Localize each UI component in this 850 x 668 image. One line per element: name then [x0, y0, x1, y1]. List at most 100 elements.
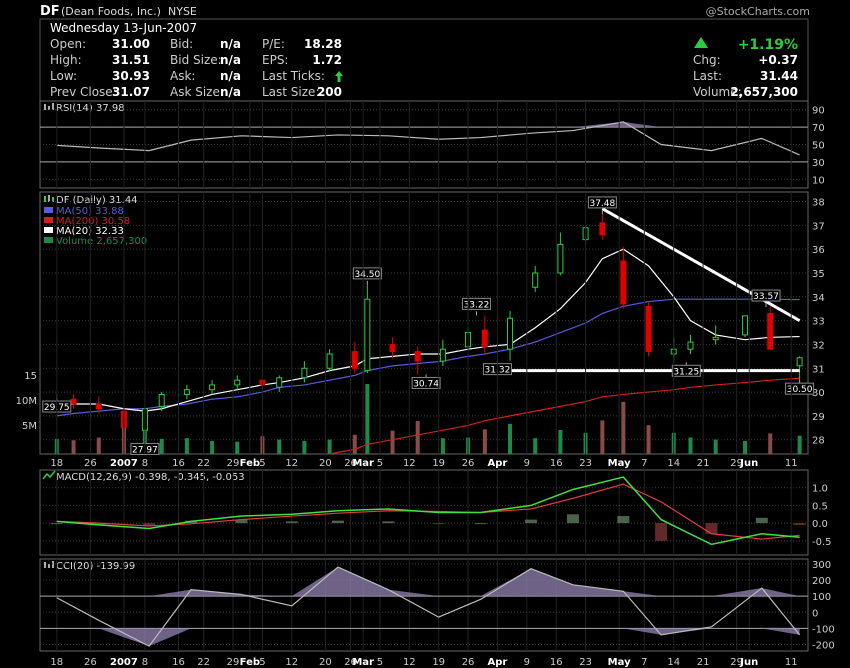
price-title: DF (Daily) 31.44 [56, 195, 138, 206]
date-axis-label: 5 [377, 458, 383, 469]
volume-bar [210, 440, 215, 454]
bid-size-label: Bid Size: [170, 53, 222, 67]
stockchart: DF (Dean Foods, Inc.) NYSE @StockCharts.… [0, 0, 850, 668]
cci-tick-label: -200 [812, 641, 835, 652]
date-axis-label-bottom: 21 [697, 657, 710, 668]
cci-tick-label: 300 [812, 560, 831, 571]
low-value: 30.93 [112, 69, 150, 83]
volume-bar [646, 425, 651, 454]
candle-body [687, 341, 694, 350]
brand-logo[interactable]: @StockCharts.com [706, 5, 810, 18]
bid-label: Bid: [170, 37, 193, 51]
exchange: NYSE [168, 5, 197, 18]
macd-line-icon [42, 470, 56, 480]
date-axis-label-bottom: Feb [240, 657, 260, 668]
volume-bar [440, 438, 445, 454]
date-axis-label: 5 [259, 458, 265, 469]
rsi-overbought-fill [56, 121, 800, 128]
volume-value: 2,657,300 [730, 85, 798, 99]
price-legend: MA(50) 33.88 MA(200) 30.58 MA(20) 32.33 … [44, 206, 147, 247]
candle-body [712, 336, 719, 341]
ask-size-value: n/a [220, 85, 241, 99]
candle-body [351, 351, 358, 369]
last-ticks-label: Last Ticks: [262, 69, 325, 83]
company-name: (Dean Foods, Inc.) [61, 5, 161, 18]
prev-close-value: 31.07 [112, 85, 150, 99]
date-axis-label: 14 [667, 458, 680, 469]
volume-bar [159, 438, 164, 454]
price-tick-label: 31 [812, 364, 825, 375]
annotation-label: 30.74 [413, 379, 439, 389]
macd-histogram-bar [793, 523, 806, 526]
cci-tick-label: 0 [812, 608, 818, 619]
date-axis-label: 11 [785, 458, 798, 469]
date-axis-label-bottom: 26 [462, 657, 475, 668]
rsi-tick-label: 70 [812, 123, 825, 134]
date-axis-label-bottom: 16 [172, 657, 185, 668]
macd-histogram-bar [705, 523, 718, 534]
candle-body [276, 377, 283, 388]
volume-bar [235, 441, 240, 454]
ask-size-label: Ask Size: [170, 85, 224, 99]
candle-body [234, 379, 241, 386]
date-axis-label: 22 [197, 458, 210, 469]
volume-bar [415, 421, 420, 454]
date-axis-label: 19 [432, 458, 445, 469]
candle-body [599, 222, 606, 236]
pe-value: 18.28 [304, 37, 342, 51]
candlestick-icon [44, 195, 54, 202]
volume-bar [327, 439, 332, 454]
date-axis-label: 18 [50, 458, 63, 469]
date-axis-label-bottom: 11 [785, 657, 798, 668]
volume-bar [688, 437, 693, 454]
cci-overbought-fill [56, 567, 800, 597]
volume-bar [96, 437, 101, 454]
candle-body [389, 343, 396, 353]
date-axis-label: Jun [739, 458, 758, 469]
candle-body [620, 260, 627, 305]
candle-body [645, 305, 652, 353]
candle-body [557, 243, 564, 274]
volume-bar [533, 438, 538, 454]
date-axis-label-bottom: 18 [50, 657, 63, 668]
price-tick-label: 32 [812, 340, 825, 351]
annotation-label: 34.50 [354, 270, 380, 280]
candle-body [209, 384, 216, 391]
date-axis-label-bottom: 12 [403, 657, 416, 668]
volume-bar [713, 439, 718, 454]
date-axis-label-bottom: May [608, 657, 631, 668]
ask-value: n/a [220, 69, 241, 83]
macd-histogram-bar [617, 516, 630, 524]
annotation-label: 30.50 [787, 385, 813, 395]
macd-histogram-bar [566, 514, 579, 524]
candle-body [532, 272, 539, 288]
date-axis-label: 29 [227, 458, 240, 469]
date-axis-label-bottom: 7 [641, 657, 647, 668]
date-axis-label: Feb [240, 458, 260, 469]
date-axis-label-bottom: 2007 [110, 657, 138, 668]
volume-bar [390, 430, 395, 454]
macd-histogram-bar [50, 523, 63, 525]
date-axis-label-bottom: 29 [227, 657, 240, 668]
date-axis-label: 8 [142, 458, 148, 469]
macd-histogram-bar [755, 517, 768, 524]
ma200-swatch [44, 217, 53, 223]
macd-histogram-bar [331, 520, 344, 524]
date-axis-label: 12 [403, 458, 416, 469]
date-axis-label-bottom: 5 [259, 657, 265, 668]
price-tick-label: 35 [812, 269, 825, 280]
macd-tick-label: 0.5 [812, 501, 828, 512]
date-axis-label-bottom: Mar [352, 657, 374, 668]
date-axis-label: Mar [352, 458, 374, 469]
volume-bar [71, 440, 76, 454]
price-tick-label: 28 [812, 436, 825, 447]
open-label: Open: [50, 37, 86, 51]
volume-bar [352, 434, 357, 454]
date-axis-label: 16 [550, 458, 563, 469]
date-axis-label-bottom: Jun [739, 657, 758, 668]
annotation-label: 31.25 [673, 367, 699, 377]
date-axis-label-bottom: 22 [197, 657, 210, 668]
volume-tick-label: 15 [24, 371, 37, 382]
chart-canvas: DF (Dean Foods, Inc.) NYSE @StockCharts.… [16, 4, 835, 668]
date-axis-label-bottom: 20 [319, 657, 332, 668]
